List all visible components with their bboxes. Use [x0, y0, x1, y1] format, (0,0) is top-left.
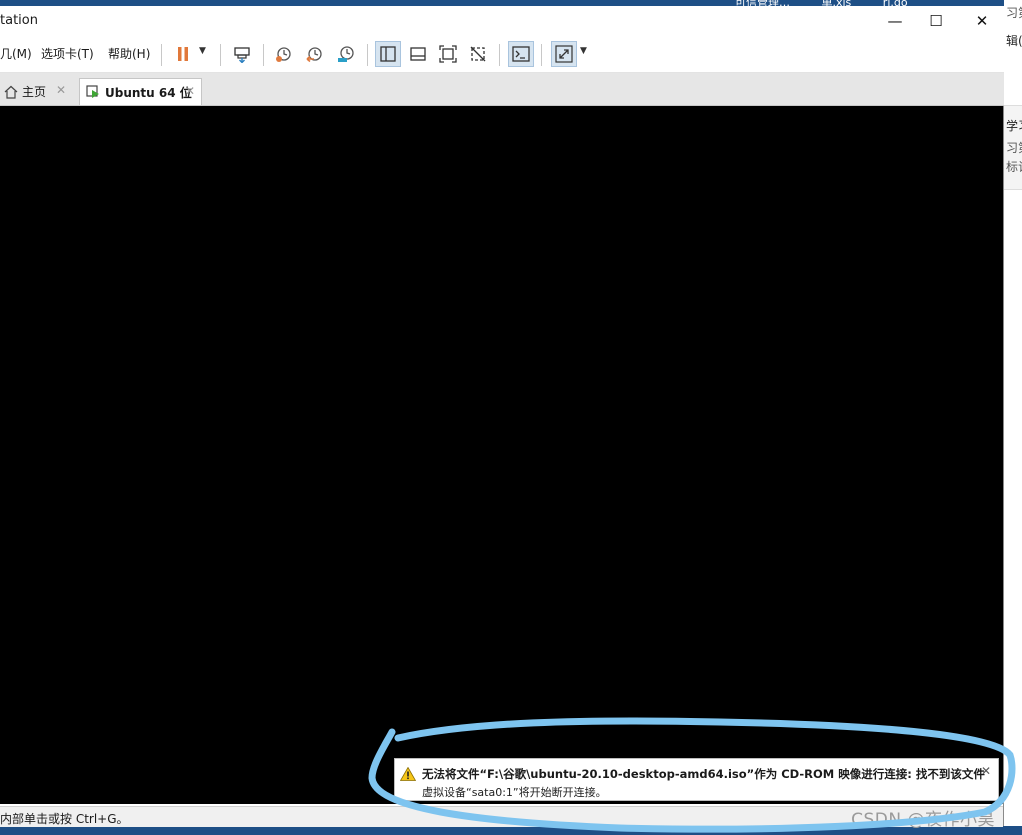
window-title: tation	[0, 13, 38, 28]
tab-home[interactable]: 主页 ✕	[0, 78, 72, 105]
menu-help[interactable]: 帮助(H)	[108, 45, 150, 62]
close-icon: ✕	[975, 12, 989, 30]
stretch-icon	[555, 45, 573, 63]
fullscreen-button[interactable]	[435, 41, 461, 67]
minimize-button[interactable]: —	[872, 6, 918, 36]
console-icon	[512, 46, 530, 62]
pause-icon	[178, 47, 188, 61]
stretch-dropdown-caret[interactable]: ▼	[580, 46, 587, 56]
cdrom-error-notification: 无法将文件“F:\谷歌\ubuntu-20.10-desktop-amd64.i…	[394, 758, 999, 801]
vm-console-screen[interactable]	[0, 106, 1003, 804]
stretch-button[interactable]	[551, 41, 577, 67]
toolbar-separator	[220, 44, 221, 66]
snapshot-manager-button[interactable]	[333, 41, 359, 67]
toolbar-separator	[263, 44, 264, 66]
pause-dropdown-caret[interactable]: ▼	[199, 46, 206, 56]
fullscreen-icon	[439, 45, 457, 63]
tab-home-close-icon[interactable]: ✕	[56, 83, 66, 97]
toolbar-separator	[161, 44, 162, 66]
home-icon	[4, 85, 18, 99]
snapshot-take-button[interactable]	[271, 41, 297, 67]
tab-ubuntu[interactable]: Ubuntu 64 位 ✕	[79, 78, 202, 105]
console-view-button[interactable]	[508, 41, 534, 67]
snapshot-take-icon	[276, 47, 291, 62]
background-window-edge: 习第 辑(I 学习 习第 标记	[1004, 0, 1022, 835]
background-text: 标记	[1006, 160, 1022, 174]
status-hint: 内部单击或按 Ctrl+G。	[0, 812, 129, 826]
menu-vm[interactable]: 几(M)	[0, 45, 32, 62]
library-view-icon	[380, 46, 396, 62]
minimize-icon: —	[887, 12, 903, 30]
tab-home-label: 主页	[22, 85, 47, 99]
notification-detail: 虚拟设备“sata0:1”将开始断开连接。	[422, 786, 607, 799]
background-text: 习第	[1006, 6, 1022, 20]
tab-bar: 主页 ✕ Ubuntu 64 位 ✕	[0, 73, 1004, 106]
send-ctrl-alt-del-button[interactable]	[229, 41, 255, 67]
single-tab-view-icon	[410, 47, 426, 61]
vm-icon	[86, 85, 99, 98]
notification-close-icon[interactable]: ✕	[981, 764, 991, 778]
status-bar: 内部单击或按 Ctrl+G。 CSDN @夜作小昊	[0, 806, 1003, 830]
maximize-icon: ☐	[929, 12, 943, 30]
background-text: 辑(I	[1006, 34, 1022, 48]
snapshot-manager-icon	[338, 46, 354, 62]
warning-icon	[400, 767, 416, 781]
maximize-button[interactable]: ☐	[913, 6, 959, 36]
snapshot-revert-button[interactable]	[302, 41, 328, 67]
toolbar-separator	[367, 44, 368, 66]
toolbar-separator	[541, 44, 542, 66]
notification-message: 无法将文件“F:\谷歌\ubuntu-20.10-desktop-amd64.i…	[422, 767, 985, 781]
tab-ubuntu-close-icon[interactable]: ✕	[185, 84, 195, 98]
title-bar[interactable]: tation — ☐ ✕	[0, 6, 1004, 36]
watermark-text: CSDN @夜作小昊	[851, 810, 995, 830]
menu-tabs[interactable]: 选项卡(T)	[41, 45, 94, 62]
background-text: 习第	[1006, 141, 1022, 155]
single-tab-view-button[interactable]	[405, 41, 431, 67]
toolbar-separator	[499, 44, 500, 66]
pause-button[interactable]	[170, 41, 196, 67]
send-ctrl-alt-del-icon	[234, 47, 250, 63]
tab-ubuntu-label: Ubuntu 64 位	[105, 85, 192, 100]
background-text: 学习	[1006, 119, 1022, 133]
menu-toolbar: 几(M) 选项卡(T) 帮助(H) ▼ ▼	[0, 36, 1004, 73]
library-view-button[interactable]	[375, 41, 401, 67]
close-button[interactable]: ✕	[959, 6, 1005, 36]
vmware-window: tation — ☐ ✕ 几(M) 选项卡(T) 帮助(H) ▼ ▼ 主页 ✕ …	[0, 6, 1004, 830]
snapshot-revert-icon	[306, 47, 322, 63]
unity-button[interactable]	[465, 41, 491, 67]
unity-icon	[470, 46, 486, 62]
